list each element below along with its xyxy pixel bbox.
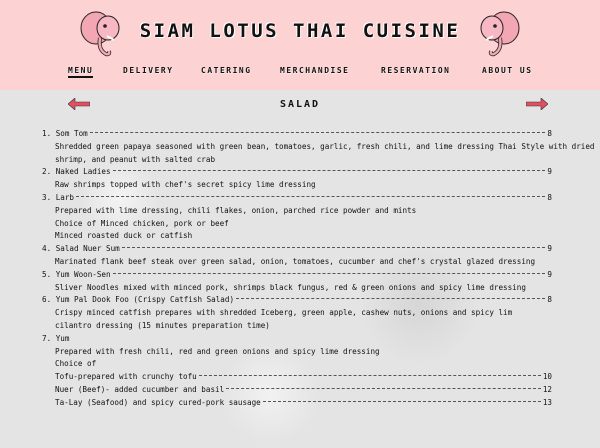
menu-item-description: Shredded green papaya seasoned with gree…: [55, 141, 595, 151]
leader-dots: [226, 387, 541, 389]
menu-item-price: 8: [547, 192, 552, 202]
nav-item-reservation[interactable]: RESERVATION: [381, 66, 450, 75]
menu-item-name: 7. Yum: [42, 333, 70, 343]
menu-item-description: Marinated flank beef steak over green sa…: [55, 256, 536, 266]
menu-item-name: 5. Yum Woon-Sen: [42, 269, 111, 279]
leader-dots: [198, 375, 541, 377]
menu-list: 1. Som Tom 8 Shredded green papaya seaso…: [42, 128, 595, 410]
pink-elephant-icon: [80, 11, 120, 57]
menu-item: 3. Larb 8: [42, 192, 552, 205]
menu-item-price: 9: [547, 167, 552, 177]
menu-option-name: Nuer (Beef)- added cucumber and basil: [55, 384, 225, 394]
menu-item-description: Prepared with lime dressing, chili flake…: [55, 205, 417, 215]
menu-item: 6. Yum Pal Dook Foo (Crispy Catfish Sala…: [42, 294, 552, 307]
menu-option-price: 13: [542, 397, 552, 407]
menu-item-description: Raw shrimps topped with chef's secret sp…: [55, 180, 316, 190]
leader-dots: [236, 298, 546, 300]
menu-item-price: 8: [547, 295, 552, 305]
leader-dots: [112, 272, 546, 274]
menu-item-name: 2. Naked Ladies: [42, 167, 111, 177]
menu-item-description: Choice of Minced chicken, pork or beef: [55, 218, 229, 228]
nav-item-delivery[interactable]: DELIVERY: [123, 66, 174, 75]
menu-item-price: 9: [547, 269, 552, 279]
site-title[interactable]: SIAM LOTUS THAI CUISINE: [130, 20, 470, 42]
menu-option-name: Tofu-prepared with crunchy tofu: [55, 372, 197, 382]
menu-item-description: Prepared with fresh chili, red and green…: [55, 346, 380, 356]
nav-item-catering[interactable]: CATERING: [201, 66, 252, 75]
main-nav: MENU DELIVERY CATERING MERCHANDISE RESER…: [0, 66, 600, 82]
nav-item-about-us[interactable]: ABOUT US: [482, 66, 533, 75]
menu-item: 7. Yum: [42, 333, 552, 346]
leader-dots: [121, 247, 546, 249]
menu-option: Ta-Lay (Seafood) and spicy cured-pork sa…: [42, 397, 552, 410]
section-title: SALAD: [279, 99, 321, 110]
pink-elephant-icon: [480, 11, 520, 57]
menu-item-description: Crispy minced catfish prepares with shre…: [55, 308, 513, 318]
leader-dots: [112, 170, 546, 172]
menu-item-description: Choice of: [55, 359, 97, 369]
menu-item: 5. Yum Woon-Sen 9: [42, 269, 552, 282]
menu-item: 4. Salad Nuer Sum 9: [42, 243, 552, 256]
menu-content: SALAD 1. Som Tom 8 Shredded green papaya…: [0, 90, 600, 448]
menu-option: Tofu-prepared with crunchy tofu 10: [42, 371, 552, 384]
menu-item-price: 9: [547, 244, 552, 254]
leader-dots: [76, 195, 546, 197]
menu-item: 1. Som Tom 8: [42, 128, 552, 141]
menu-item: 2. Naked Ladies 9: [42, 166, 552, 179]
nav-item-merchandise[interactable]: MERCHANDISE: [280, 66, 349, 75]
site-header: SIAM LOTUS THAI CUISINE MENU DELIVERY CA…: [0, 0, 600, 90]
nav-item-menu[interactable]: MENU: [68, 66, 94, 78]
menu-option-name: Ta-Lay (Seafood) and spicy cured-pork sa…: [55, 397, 261, 407]
menu-option-price: 10: [542, 372, 552, 382]
menu-item-name: 4. Salad Nuer Sum: [42, 244, 120, 254]
menu-item-description: Sliver Noodles mixed with minced pork, s…: [55, 282, 526, 292]
menu-item-description: shrimp, and peanut with salted crab: [55, 154, 216, 164]
leader-dots: [89, 132, 546, 133]
menu-item-name: 1. Som Tom: [42, 129, 88, 138]
menu-item-name: 3. Larb: [42, 192, 75, 202]
menu-item-description: Minced roasted duck or catfish: [55, 231, 193, 241]
menu-option-price: 12: [542, 384, 552, 394]
menu-item-description: cilantro dressing (15 minutes preparatio…: [55, 320, 270, 330]
menu-item-price: 8: [547, 129, 552, 138]
menu-item-name: 6. Yum Pal Dook Foo (Crispy Catfish Sala…: [42, 295, 235, 305]
arrow-left-icon[interactable]: [68, 98, 90, 110]
leader-dots: [262, 400, 541, 402]
arrow-right-icon[interactable]: [526, 98, 548, 110]
menu-option: Nuer (Beef)- added cucumber and basil 12: [42, 384, 552, 397]
